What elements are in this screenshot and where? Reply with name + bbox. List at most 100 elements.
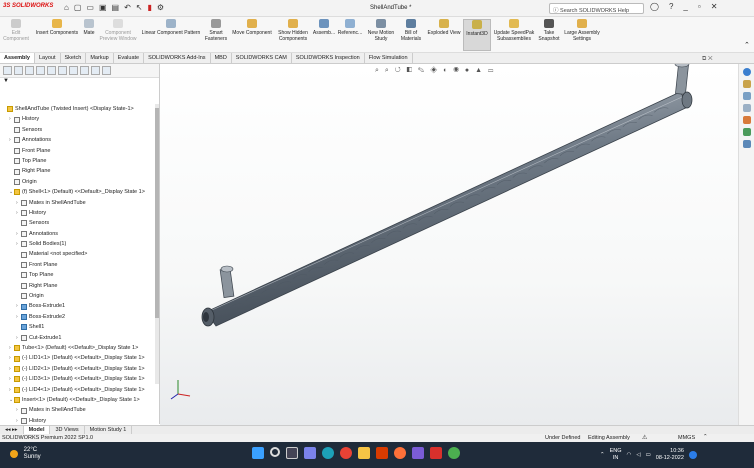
- tab-add-ins[interactable]: SOLIDWORKS Add-Ins: [144, 53, 211, 63]
- tree-item[interactable]: Material <not specified>: [0, 249, 155, 259]
- tree-item[interactable]: › (-) LID4<1> (Default) <<Default>_Displa…: [0, 385, 155, 395]
- collapse-ribbon-icon[interactable]: ⌃: [744, 41, 750, 49]
- rebuild-status-icon[interactable]: ⚠: [642, 434, 647, 441]
- tree-item[interactable]: › Annotations: [0, 135, 155, 145]
- tab-assembly[interactable]: Assembly: [0, 53, 35, 63]
- save-icon[interactable]: ▣: [99, 3, 107, 12]
- tree-item[interactable]: ⌄ Insert<1> (Default) <<Default>_Display …: [0, 395, 155, 405]
- smart-fasteners-button[interactable]: Smart Fasteners: [204, 19, 228, 42]
- select-icon[interactable]: ↖: [136, 3, 143, 12]
- tree-item[interactable]: Origin: [0, 177, 155, 187]
- tree-item[interactable]: Sensors: [0, 125, 155, 135]
- large-assembly-settings-button[interactable]: Large Assembly Settings: [562, 19, 602, 42]
- teams-icon[interactable]: [412, 447, 424, 459]
- rebuild-icon[interactable]: ▮: [148, 3, 152, 12]
- tree-item[interactable]: Right Plane: [0, 281, 155, 291]
- firefox-icon[interactable]: [394, 447, 406, 459]
- insert-components-button[interactable]: Insert Components: [33, 19, 81, 36]
- component-preview-window-button[interactable]: Component Preview Window: [98, 19, 138, 42]
- take-snapshot-button[interactable]: Take Snapshot: [537, 19, 561, 42]
- edge-icon[interactable]: [322, 447, 334, 459]
- tree-item[interactable]: Top Plane: [0, 156, 155, 166]
- tab-markup[interactable]: Markup: [86, 53, 114, 63]
- tab-inspection[interactable]: SOLIDWORKS Inspection: [292, 53, 365, 63]
- show-hidden-icons-icon[interactable]: ⌃: [600, 452, 605, 459]
- cam-tool-icon[interactable]: [80, 66, 89, 75]
- tab-model[interactable]: Model: [23, 426, 51, 434]
- tree-item[interactable]: › Mates in ShellAndTube: [0, 198, 155, 208]
- undo-icon[interactable]: ↶: [124, 3, 131, 12]
- expand-panel-icon[interactable]: [102, 66, 111, 75]
- file-explorer-icon[interactable]: [742, 92, 751, 100]
- tree-item[interactable]: › Solid Bodies(1): [0, 239, 155, 249]
- tree-item[interactable]: › (-) LID1<1> (Default) <<Default>_Displa…: [0, 353, 155, 363]
- instant3d-button[interactable]: Instant3D: [463, 19, 491, 51]
- exploded-view-button[interactable]: Exploded View: [426, 19, 462, 36]
- tab-mbd[interactable]: MBD: [211, 53, 232, 63]
- tab-3d-views[interactable]: 3D Views: [50, 426, 85, 434]
- tree-item[interactable]: › Annotations: [0, 229, 155, 239]
- language-indicator[interactable]: ENG IN: [610, 448, 622, 462]
- chrome-icon[interactable]: [340, 447, 352, 459]
- update-speedpak-button[interactable]: Update SpeedPak Subassemblies: [492, 19, 536, 42]
- tab-flow-simulation[interactable]: Flow Simulation: [365, 53, 413, 63]
- tree-item[interactable]: Front Plane: [0, 260, 155, 270]
- tree-item[interactable]: › History: [0, 208, 155, 218]
- tree-item[interactable]: Origin: [0, 291, 155, 301]
- tree-item[interactable]: › Boss-Extrude2: [0, 312, 155, 322]
- solidworks-logo[interactable]: 3S SOLIDWORKS: [3, 3, 53, 9]
- tree-item[interactable]: › Mates in ShellAndTube: [0, 405, 155, 415]
- tree-item[interactable]: › Boss-Extrude1: [0, 301, 155, 311]
- chrome-app-icon[interactable]: [448, 447, 460, 459]
- tree-item[interactable]: › Cut-Extrude1: [0, 333, 155, 343]
- tab-layout[interactable]: Layout: [35, 53, 61, 63]
- clock[interactable]: 10:36 08-12-2022: [656, 448, 684, 462]
- mate-button[interactable]: Mate: [81, 19, 97, 36]
- tree-item[interactable]: ⌄ (f) Shell<1> (Default) <<Default>_Displ…: [0, 187, 155, 197]
- options-icon[interactable]: ⚙: [157, 3, 164, 12]
- filter-icon[interactable]: ▼: [0, 78, 159, 87]
- shell-and-tube-model[interactable]: [201, 64, 693, 327]
- tree-item[interactable]: Shell1: [0, 322, 155, 332]
- question-icon[interactable]: ?: [669, 2, 673, 11]
- tab-evaluate[interactable]: Evaluate: [114, 53, 145, 63]
- solidworks-resources-icon[interactable]: [742, 68, 751, 76]
- configuration-manager-icon[interactable]: [25, 66, 34, 75]
- wifi-icon[interactable]: ◠: [627, 452, 632, 459]
- show-hidden-components-button[interactable]: Show Hidden Components: [276, 19, 310, 42]
- units-chevron-icon[interactable]: ⌃: [703, 434, 708, 440]
- custom-properties-icon[interactable]: [742, 128, 751, 136]
- tree-item[interactable]: › (-) LID3<1> (Default) <<Default>_Displa…: [0, 374, 155, 384]
- weather-widget[interactable]: 22°C Sunny: [10, 447, 41, 461]
- new-icon[interactable]: ▢: [74, 3, 82, 12]
- notification-badge[interactable]: [688, 451, 697, 459]
- appearances-icon[interactable]: [742, 116, 751, 124]
- tree-scrollbar[interactable]: [155, 104, 159, 384]
- tree-scroll-thumb[interactable]: [155, 108, 159, 318]
- volume-icon[interactable]: ◁: [636, 452, 640, 459]
- search-icon[interactable]: [270, 447, 280, 457]
- display-manager-icon[interactable]: [47, 66, 56, 75]
- open-icon[interactable]: ▭: [86, 3, 94, 12]
- design-library-icon[interactable]: [742, 80, 751, 88]
- windows-start-icon[interactable]: [252, 447, 264, 459]
- cam-feature-icon[interactable]: [58, 66, 67, 75]
- unit-system[interactable]: MMGS: [678, 435, 695, 441]
- tree-item[interactable]: › History: [0, 114, 155, 124]
- tree-item[interactable]: ShellAndTube (Twisted Insert) <Display S…: [0, 104, 155, 114]
- tab-sketch[interactable]: Sketch: [61, 53, 87, 63]
- view-palette-icon[interactable]: [742, 104, 751, 112]
- property-manager-icon[interactable]: [14, 66, 23, 75]
- tree-item[interactable]: Top Plane: [0, 270, 155, 280]
- solidworks-forum-icon[interactable]: [742, 140, 751, 148]
- help-search-input[interactable]: ⓘ Search SOLIDWORKS Help: [549, 3, 644, 14]
- tree-item[interactable]: Sensors: [0, 218, 155, 228]
- close-button[interactable]: ✕: [711, 2, 718, 11]
- nav-arrows-icon[interactable]: ◂◂ ▸▸: [0, 426, 24, 434]
- solidworks-app-icon[interactable]: [430, 447, 442, 459]
- tab-cam[interactable]: SOLIDWORKS CAM: [232, 53, 292, 63]
- tree-item[interactable]: › Tube<1> (Default) <<Default>_Display St…: [0, 343, 155, 353]
- assembly-features-button[interactable]: Assemb...: [312, 19, 336, 36]
- tree-item[interactable]: Front Plane: [0, 146, 155, 156]
- linear-component-pattern-button[interactable]: Linear Component Pattern: [138, 19, 204, 36]
